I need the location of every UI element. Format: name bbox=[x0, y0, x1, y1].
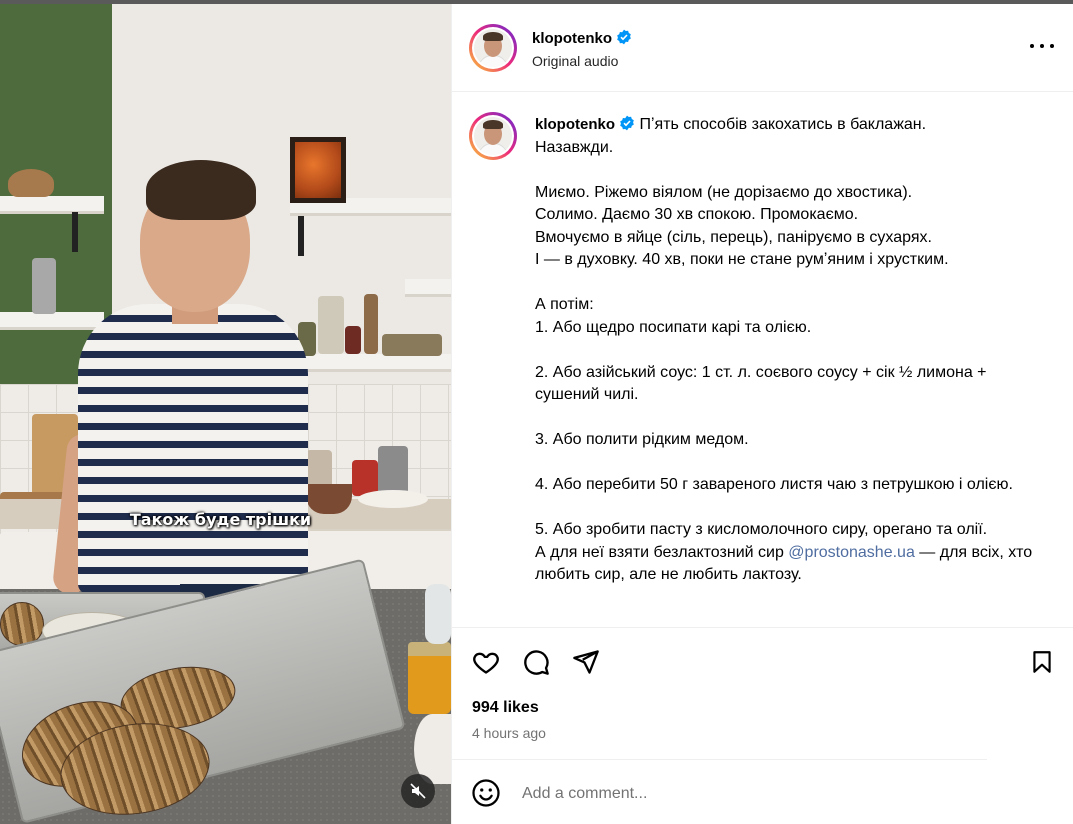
post-header: klopotenko Original audio bbox=[452, 4, 1073, 92]
caption-way-5-b: А для неї взяти безлактозний сир bbox=[535, 543, 789, 561]
audio-label[interactable]: Original audio bbox=[532, 53, 618, 69]
caption-text: klopotenko Пʼять способів закохатись в б… bbox=[535, 114, 1055, 587]
header-username[interactable]: klopotenko bbox=[532, 30, 612, 47]
header-username-row: klopotenko bbox=[532, 29, 632, 48]
comment-bar bbox=[452, 759, 987, 824]
comment-input[interactable] bbox=[522, 780, 962, 808]
likes-count[interactable]: 994 likes bbox=[472, 699, 539, 717]
shelf bbox=[300, 354, 451, 372]
mention-link[interactable]: @prostonashe.ua bbox=[788, 544, 915, 561]
video-caption: Також буде трішки bbox=[129, 510, 312, 529]
caption-avatar[interactable] bbox=[469, 112, 517, 160]
bookmark-icon bbox=[1033, 651, 1051, 673]
post-panel: klopotenko Original audio klopotenko Пʼя… bbox=[451, 4, 1073, 824]
heart-icon bbox=[473, 652, 499, 674]
comment-button[interactable] bbox=[520, 646, 552, 678]
speaker-muted-icon bbox=[410, 783, 426, 799]
like-button[interactable] bbox=[470, 646, 502, 678]
jar bbox=[345, 326, 361, 354]
avatar[interactable] bbox=[469, 24, 517, 72]
plates bbox=[358, 490, 428, 508]
post-time[interactable]: 4 hours ago bbox=[472, 725, 546, 741]
caption-way-1: 1. Або щедро посипати карі та олією. bbox=[535, 318, 812, 336]
emoji-icon bbox=[472, 779, 500, 807]
caption-then: А потім: bbox=[535, 296, 594, 313]
pepper-mill bbox=[364, 294, 378, 354]
mute-button[interactable] bbox=[401, 774, 435, 808]
caption-way-3: 3. Або полити рідким медом. bbox=[535, 431, 749, 448]
share-button[interactable] bbox=[570, 646, 602, 678]
glass-jar bbox=[425, 584, 451, 644]
comment-icon bbox=[524, 650, 549, 675]
honey-jar-lid bbox=[408, 642, 451, 656]
verified-badge-icon bbox=[620, 115, 634, 131]
caption-instructions: Миємо. Ріжемо віялом (не дорізаємо до хв… bbox=[535, 183, 949, 269]
bowl bbox=[8, 169, 54, 197]
post-video[interactable]: Також буде трішки bbox=[0, 4, 451, 824]
chef bbox=[51, 154, 320, 635]
spice-jars bbox=[382, 334, 442, 356]
caption-username[interactable]: klopotenko bbox=[535, 116, 615, 133]
caption-area: klopotenko Пʼять способів закохатись в б… bbox=[452, 92, 1073, 628]
post-dialog: Також буде трішки klopotenko Original au… bbox=[0, 4, 1073, 824]
caption-way-5: 5. Або зробити пасту з кисломолочного си… bbox=[535, 521, 988, 538]
share-icon bbox=[573, 650, 599, 674]
caption-way-2: 2. Або азійський соус: 1 ст. л. соєвого … bbox=[535, 363, 991, 404]
caption-title-line: Назавжди. bbox=[535, 138, 614, 156]
action-bar: 994 likes 4 hours ago bbox=[452, 627, 1073, 767]
save-button[interactable] bbox=[1026, 646, 1058, 678]
caption-title-line: Пʼять способів закохатись в баклажан. bbox=[639, 116, 927, 133]
emoji-button[interactable] bbox=[471, 778, 501, 808]
grater bbox=[32, 258, 56, 314]
verified-badge-icon bbox=[617, 29, 631, 45]
more-options-icon[interactable] bbox=[1030, 38, 1054, 54]
jar bbox=[318, 296, 344, 354]
shelf bbox=[405, 279, 451, 297]
caption-way-4: 4. Або перебити 50 г завареного листя ча… bbox=[535, 476, 1013, 493]
